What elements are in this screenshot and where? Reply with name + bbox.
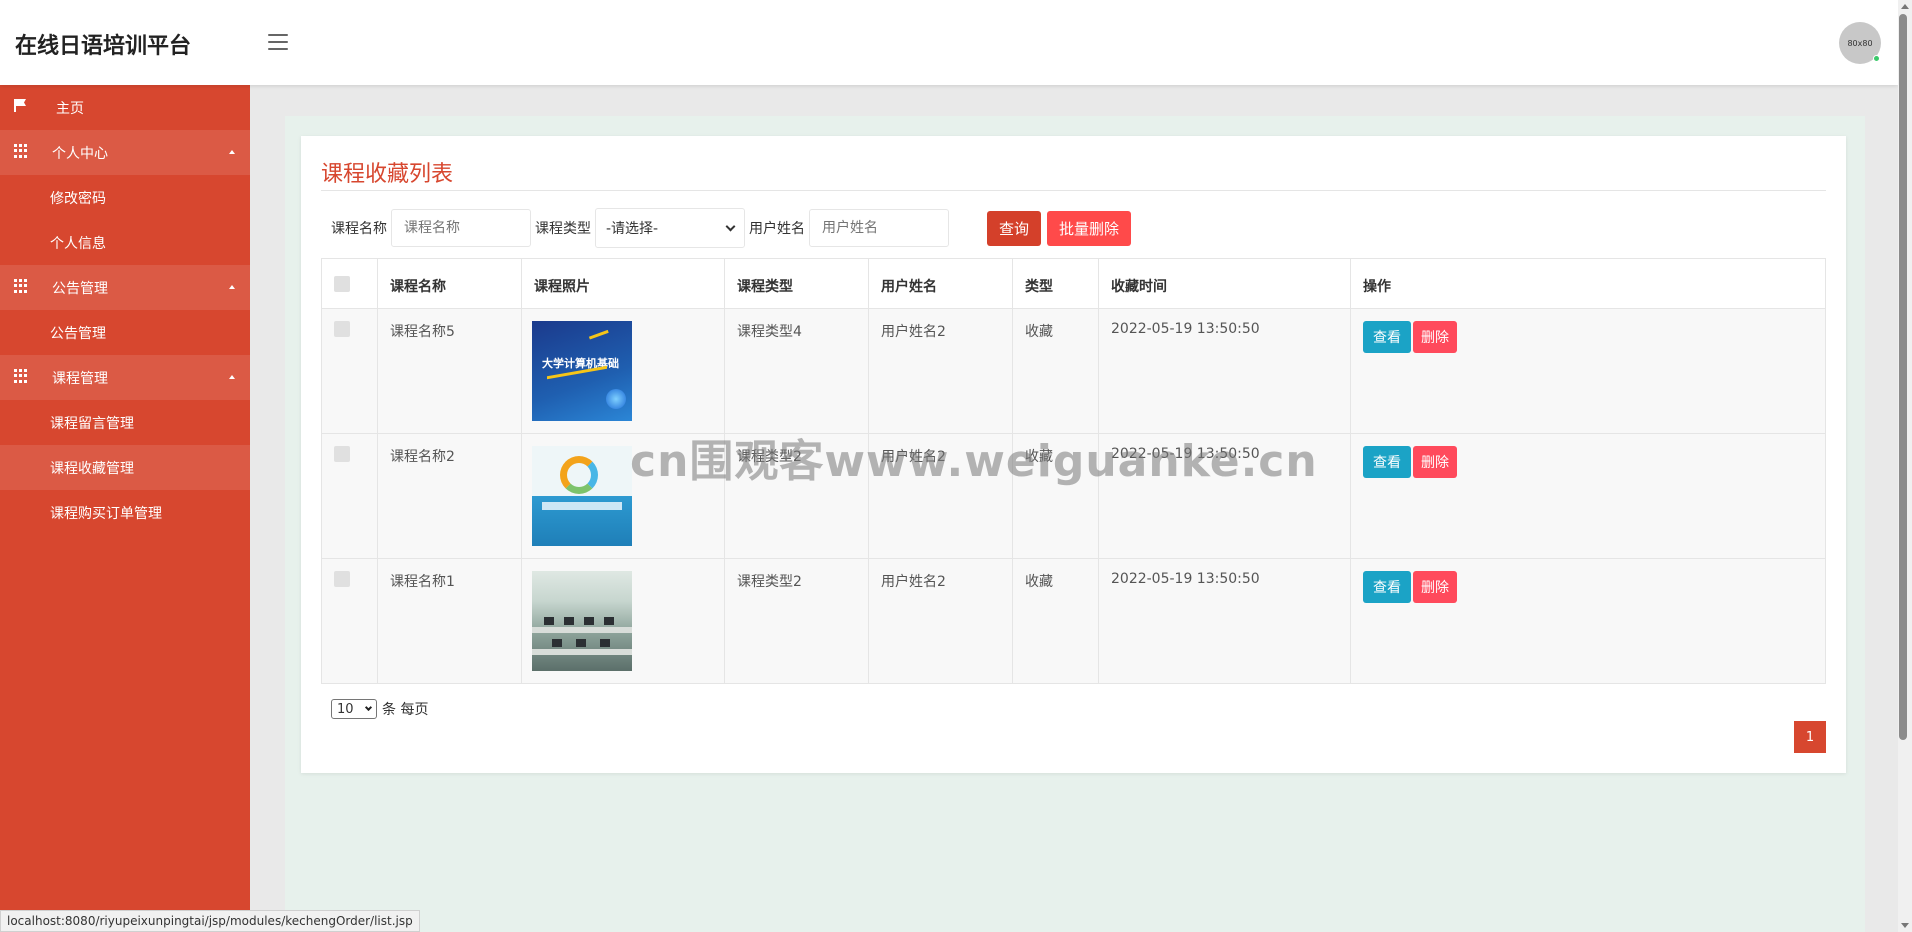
course-type-cell: 课程类型2 [724,558,869,684]
user-name-label: 用户姓名 [749,221,805,237]
sidebar-item-home[interactable]: 主页 [0,85,250,130]
chevron-down-icon [725,221,736,231]
course-name-cell: 课程名称2 [377,433,522,559]
sidebar-item-label: 主页 [56,100,84,117]
time-cell: 2022-05-19 13:50:50 [1098,308,1351,434]
delete-button[interactable]: 删除 [1413,321,1457,353]
column-header: 课程照片 [521,258,725,309]
course-name-input[interactable] [391,209,531,247]
course-name-cell: 课程名称5 [377,308,522,434]
page-scrollbar[interactable] [1898,0,1912,932]
course-photo [532,446,632,546]
sidebar-item-course-message[interactable]: 课程留言管理 [0,400,250,445]
column-header: 操作 [1350,258,1826,309]
sidebar-item-course-order[interactable]: 课程购买订单管理 [0,490,250,535]
title-divider [321,190,1826,191]
brand-title: 在线日语培训平台 [15,34,192,59]
sidebar-group-label: 个人中心 [52,145,108,162]
online-status-dot [1873,55,1880,62]
user-name-cell: 用户姓名2 [868,558,1013,684]
user-name-input[interactable] [809,209,949,247]
course-name-cell: 课程名称1 [377,558,522,684]
sidebar-item-label: 课程留言管理 [50,415,134,432]
top-header: 在线日语培训平台 80x80 [0,0,1898,85]
scroll-up-icon[interactable] [1901,4,1909,9]
chevron-up-icon [229,150,235,154]
course-photo [532,571,632,671]
sidebar-item-notice-manage[interactable]: 公告管理 [0,310,250,355]
batch-delete-button[interactable]: 批量删除 [1047,210,1132,246]
avatar-text: 80x80 [1847,38,1873,48]
course-type-select[interactable]: -请选择- [595,208,745,248]
sidebar-item-course-favorite[interactable]: 课程收藏管理 [0,445,250,490]
sidebar-item-label: 课程收藏管理 [50,460,134,477]
select-all-checkbox[interactable] [334,275,350,292]
row-checkbox[interactable] [334,571,350,587]
flag-icon [14,99,28,113]
view-button[interactable]: 查看 [1363,321,1411,353]
column-header: 课程名称 [377,258,522,309]
view-button[interactable]: 查看 [1363,571,1411,603]
grid-icon [14,369,28,383]
chevron-down-icon [364,703,373,711]
row-checkbox[interactable] [334,321,350,337]
chevron-up-icon [229,375,235,379]
grid-icon [14,144,28,158]
status-bar-url: localhost:8080/riyupeixunpingtai/jsp/mod… [0,910,420,932]
row-checkbox[interactable] [334,446,350,462]
column-header: 类型 [1012,258,1099,309]
time-cell: 2022-05-19 13:50:50 [1098,558,1351,684]
view-button[interactable]: 查看 [1363,446,1411,478]
sidebar-item-label: 课程购买订单管理 [50,505,162,522]
course-type-label: 课程类型 [535,221,591,237]
page-size-control: 10 条 每页 [331,699,428,719]
page-size-suffix: 条 每页 [382,702,429,718]
sidebar-group-course[interactable]: 课程管理 [0,355,250,400]
cover-title: 大学计算机基础 [542,357,619,370]
scroll-down-icon[interactable] [1901,923,1909,928]
pagination-page-1[interactable]: 1 [1794,721,1826,753]
filter-bar: 课程名称 课程类型 -请选择- 用户姓名 查询 批量删除 [331,208,1132,248]
grid-icon [14,279,28,293]
sidebar-item-change-password[interactable]: 修改密码 [0,175,250,220]
sidebar-group-label: 课程管理 [52,370,108,387]
query-button[interactable]: 查询 [987,210,1042,246]
sidebar-item-label: 个人信息 [50,235,106,252]
type-cell: 收藏 [1012,558,1099,684]
page-size-select[interactable]: 10 [331,699,377,719]
type-cell: 收藏 [1012,308,1099,434]
chevron-up-icon [229,285,235,289]
table-header-row: 课程名称 课程照片 课程类型 用户姓名 类型 收藏时间 操作 [321,258,1826,309]
course-name-label: 课程名称 [331,221,387,237]
sidebar-group-label: 公告管理 [52,280,108,297]
column-header: 用户姓名 [868,258,1013,309]
course-type-cell: 课程类型4 [724,308,869,434]
user-name-cell: 用户姓名2 [868,308,1013,434]
delete-button[interactable]: 删除 [1413,571,1457,603]
course-photo: 大学计算机基础 [532,321,632,421]
table-row: 课程名称5 大学计算机基础 课程类型4 用户姓名2 收藏 2022-05-19 … [321,308,1826,434]
sidebar-item-label: 修改密码 [50,190,106,207]
scrollbar-thumb[interactable] [1899,14,1907,740]
delete-button[interactable]: 删除 [1413,446,1457,478]
menu-toggle-icon[interactable] [268,34,288,50]
avatar[interactable]: 80x80 [1839,22,1881,64]
course-type-value: -请选择- [606,221,659,237]
column-header: 收藏时间 [1098,258,1351,309]
sidebar-item-personal-info[interactable]: 个人信息 [0,220,250,265]
sidebar-group-notice[interactable]: 公告管理 [0,265,250,310]
sidebar-item-label: 公告管理 [50,325,106,342]
sidebar-group-personal[interactable]: 个人中心 [0,130,250,175]
watermark: cn围观客www.weiguanke.cn [630,436,1318,487]
page-size-value: 10 [337,701,354,717]
sidebar: 主页 个人中心 修改密码 个人信息 公告管理 公告管理 课程管理 课程留言管理 … [0,85,250,932]
column-header: 课程类型 [724,258,869,309]
page-title: 课程收藏列表 [321,162,454,187]
table-row: 课程名称1 课程类型2 用户姓名2 收藏 2022-05-19 13:50:50… [321,558,1826,684]
